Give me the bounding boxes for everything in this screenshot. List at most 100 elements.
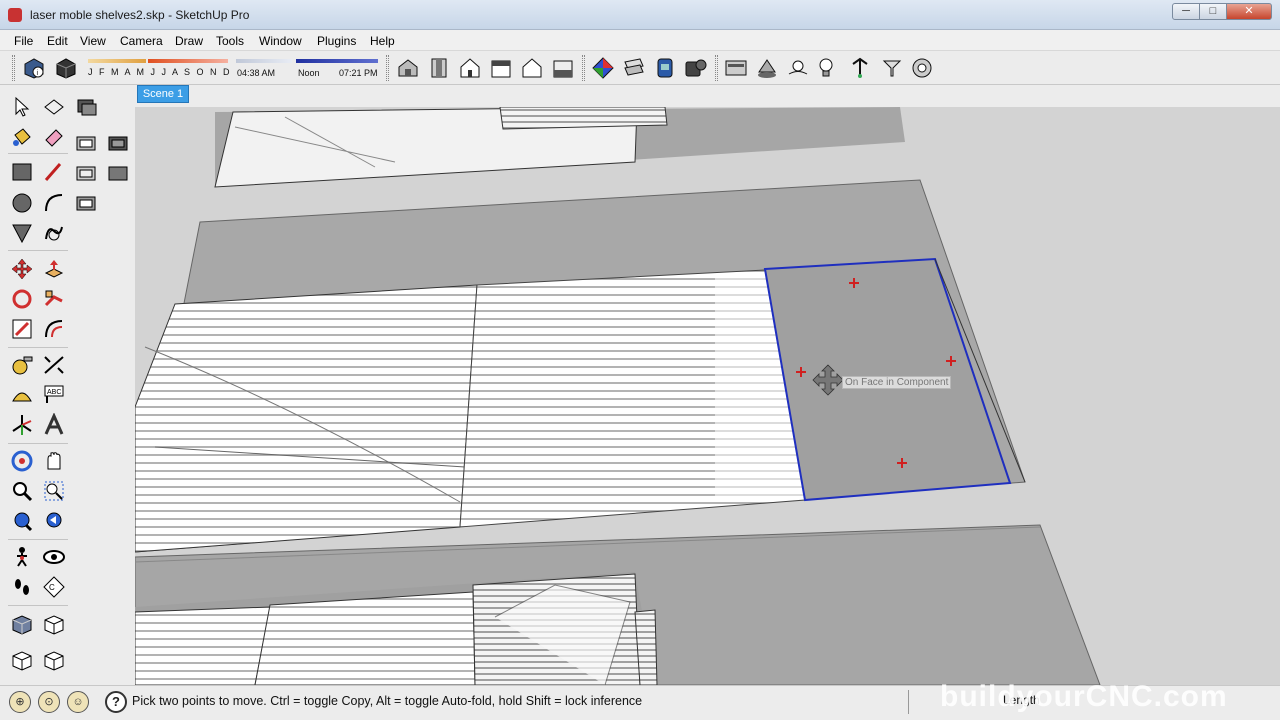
sandbox-icon[interactable] (848, 56, 872, 80)
lower-board-left[interactable] (135, 606, 271, 685)
soften-icon[interactable] (814, 56, 838, 80)
component-attributes-icon[interactable] (106, 131, 130, 155)
group-icon[interactable] (74, 95, 98, 119)
walk-icon[interactable] (10, 545, 34, 569)
tape-measure-icon[interactable] (10, 353, 34, 377)
make-component-icon[interactable] (42, 95, 66, 119)
layers-icon[interactable] (653, 56, 677, 80)
toolbar-grip[interactable] (386, 55, 389, 81)
push-pull-icon[interactable] (42, 257, 66, 281)
xray-cube-icon[interactable] (10, 613, 34, 637)
menu-edit[interactable]: Edit (47, 34, 68, 48)
shelf-top-strip[interactable] (499, 107, 668, 130)
right-view-icon[interactable] (489, 56, 513, 80)
back-view-icon[interactable] (520, 56, 544, 80)
component-options-icon[interactable] (74, 131, 98, 155)
minimize-button[interactable]: ─ (1172, 3, 1200, 20)
scale-icon[interactable] (10, 317, 34, 341)
text-icon[interactable]: ABC (42, 383, 66, 407)
line-icon[interactable] (42, 160, 66, 184)
time-slider-right[interactable] (296, 59, 378, 63)
menu-draw[interactable]: Draw (175, 34, 203, 48)
eraser-icon[interactable] (42, 125, 66, 149)
menu-file[interactable]: File (14, 34, 33, 48)
pan-icon[interactable] (42, 449, 66, 473)
credits-icon[interactable]: ⊙ (38, 691, 60, 713)
styles-icon[interactable] (622, 56, 646, 80)
close-button[interactable]: ✕ (1226, 3, 1272, 20)
zoom-extents-icon[interactable] (10, 509, 34, 533)
geo-location-icon[interactable]: ⊕ (9, 691, 31, 713)
top-view-icon[interactable] (427, 56, 451, 80)
iso-view-icon[interactable] (396, 56, 420, 80)
shadows-icon[interactable] (755, 56, 779, 80)
left-view-icon[interactable] (551, 56, 575, 80)
toolbar-grip[interactable] (715, 55, 718, 81)
materials-icon[interactable] (591, 56, 615, 80)
palette-separator (8, 605, 68, 606)
model-canvas[interactable] (135, 107, 1280, 685)
zoom-window-icon[interactable] (42, 479, 66, 503)
user-icon[interactable]: ☺ (67, 691, 89, 713)
shaded-cube-icon[interactable] (42, 649, 66, 673)
month-slider-fill-2[interactable] (148, 59, 228, 63)
footprints-icon[interactable] (10, 575, 34, 599)
menu-window[interactable]: Window (259, 34, 302, 48)
lower-board-middle[interactable] (254, 591, 476, 685)
month-slider-fill[interactable] (88, 59, 146, 63)
axes-icon[interactable] (10, 413, 34, 437)
protractor-icon[interactable] (10, 383, 34, 407)
arc-icon[interactable] (42, 191, 66, 215)
section-plane-icon[interactable]: C (42, 575, 66, 599)
front-view-icon[interactable] (458, 56, 482, 80)
circle-icon[interactable] (10, 191, 34, 215)
drawing-viewport[interactable]: On Face in Component (135, 107, 1280, 685)
maximize-button[interactable]: □ (1199, 3, 1227, 20)
wireframe-cube-icon[interactable] (42, 613, 66, 637)
main-toolbar: i J F M A M J J A S O N D 04:38 AM Noon … (0, 51, 1280, 85)
freehand-icon[interactable] (42, 221, 66, 245)
watermark: buildyourCNC.com (940, 680, 1228, 713)
follow-me-icon[interactable] (42, 287, 66, 311)
look-around-icon[interactable] (42, 545, 66, 569)
toolbar-grip[interactable] (12, 55, 15, 81)
sunset-time: 07:21 PM (339, 68, 378, 78)
toolbar-grip[interactable] (582, 55, 585, 81)
status-message: Pick two points to move. Ctrl = toggle C… (132, 694, 643, 708)
scene-tab-strip (135, 85, 1280, 107)
hidden-line-cube-icon[interactable] (10, 649, 34, 673)
component-replace-icon[interactable] (106, 161, 130, 185)
paint-bucket-icon[interactable] (10, 125, 34, 149)
help-icon[interactable]: ? (105, 691, 127, 713)
component-browser-icon[interactable] (74, 191, 98, 215)
component-copy-icon[interactable] (74, 161, 98, 185)
scene-tab[interactable]: Scene 1 (137, 85, 189, 103)
shelf-board-left[interactable] (135, 284, 478, 553)
component-icon[interactable] (54, 56, 78, 80)
menu-tools[interactable]: Tools (216, 34, 244, 48)
orbit-icon[interactable] (10, 449, 34, 473)
rotate-icon[interactable] (10, 287, 34, 311)
polygon-icon[interactable] (10, 221, 34, 245)
dimension-icon[interactable] (42, 353, 66, 377)
noon-label: Noon (298, 68, 320, 78)
offset-icon[interactable] (42, 317, 66, 341)
model-info-icon[interactable]: i (22, 56, 46, 80)
menu-camera[interactable]: Camera (120, 34, 163, 48)
smoove-icon[interactable] (880, 56, 904, 80)
menu-view[interactable]: View (80, 34, 106, 48)
previous-view-icon[interactable] (42, 509, 66, 533)
3d-text-icon[interactable] (42, 413, 66, 437)
menu-plugins[interactable]: Plugins (317, 34, 356, 48)
scenes-icon[interactable] (724, 56, 748, 80)
zoom-icon[interactable] (10, 479, 34, 503)
outliner-icon[interactable] (684, 56, 708, 80)
settings-icon[interactable] (910, 56, 934, 80)
time-slider-left[interactable] (236, 59, 292, 63)
shadow-settings-widget[interactable]: J F M A M J J A S O N D 04:38 AM Noon 07… (86, 56, 382, 82)
select-icon[interactable] (10, 95, 34, 119)
rectangle-icon[interactable] (10, 160, 34, 184)
move-icon[interactable] (10, 257, 34, 281)
menu-help[interactable]: Help (370, 34, 395, 48)
fog-icon[interactable] (786, 56, 810, 80)
